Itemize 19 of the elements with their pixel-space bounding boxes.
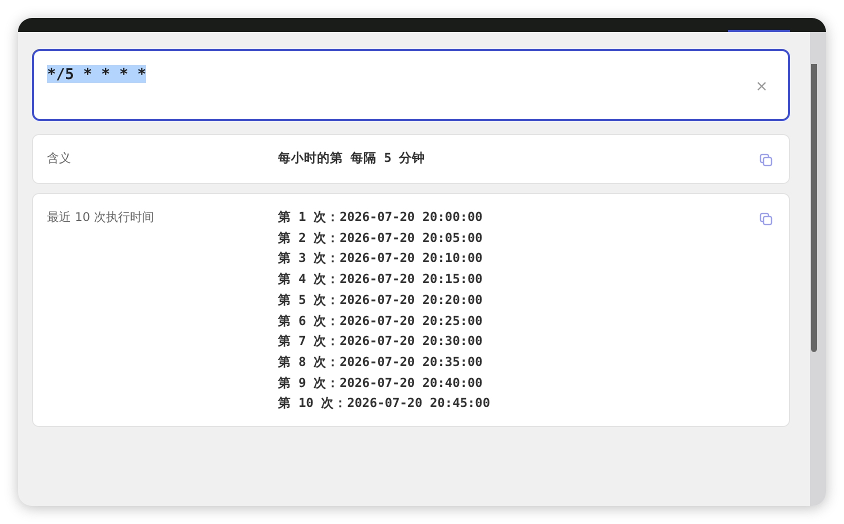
row-value: 第 9 次：2026-07-20 20:40:00 xyxy=(278,374,484,392)
row-value: 第 4 次：2026-07-20 20:15:00 xyxy=(278,270,484,288)
copy-icon[interactable] xyxy=(759,153,773,167)
copy-icon[interactable] xyxy=(759,212,773,226)
row-value: 第 1 次：2026-07-20 20:00:00 xyxy=(278,208,484,226)
row-value: 第 10 次：2026-07-20 20:45:00 xyxy=(278,394,492,412)
row-value: 第 3 次：2026-07-20 20:10:00 xyxy=(278,249,484,268)
row-value: 第 5 次：2026-07-20 20:20:00 xyxy=(278,290,484,309)
row-value: 第 2 次：2026-07-20 20:05:00 xyxy=(278,228,484,247)
row-value: 第 7 次：2026-07-20 20:30:00 xyxy=(278,332,484,350)
row-label: 最近 10 次执行时间 xyxy=(47,210,154,224)
row-label: 含义 xyxy=(47,151,71,165)
cron-input-field[interactable]: */5 * * * * × xyxy=(32,49,790,121)
tab-indicator xyxy=(728,30,790,32)
cron-expression: */5 * * * * xyxy=(47,65,146,83)
scrollbar-thumb[interactable] xyxy=(811,64,817,352)
row-value: 第 6 次：2026-07-20 20:25:00 xyxy=(278,312,484,330)
row-value: 第 8 次：2026-07-20 20:35:00 xyxy=(278,352,484,371)
row-value: 每小时的第 每隔 5 分钟 xyxy=(278,149,426,167)
